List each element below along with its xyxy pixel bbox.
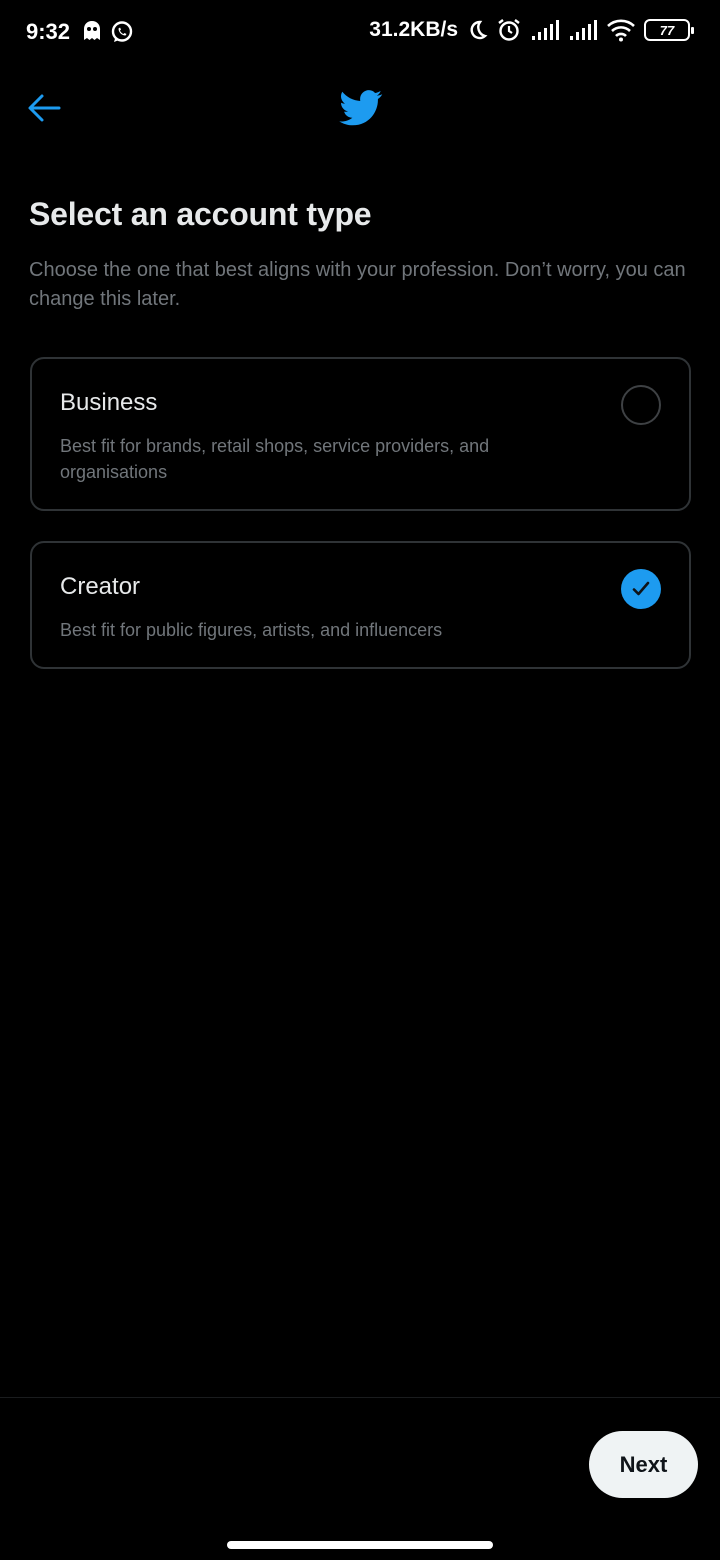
next-button[interactable]: Next	[589, 1431, 698, 1498]
option-business[interactable]: Business Best fit for brands, retail sho…	[30, 357, 691, 511]
status-bar: 9:32 31.2KB/s 77	[0, 0, 720, 66]
arrow-left-icon	[28, 94, 61, 122]
moon-icon	[470, 20, 488, 40]
whatsapp-icon	[111, 21, 133, 42]
back-button[interactable]	[22, 88, 66, 128]
option-creator[interactable]: Creator Best fit for public figures, art…	[30, 541, 691, 669]
battery-indicator: 77	[644, 19, 694, 41]
ghost-icon	[84, 21, 100, 40]
signal-icon	[532, 20, 559, 40]
creator-radio[interactable]	[621, 569, 661, 609]
option-title: Creator	[60, 573, 141, 600]
twitter-bird-icon	[339, 90, 383, 126]
option-description: Best fit for brands, retail shops, servi…	[60, 436, 490, 482]
checkmark-icon	[632, 581, 650, 596]
business-radio[interactable]	[621, 385, 661, 425]
wifi-icon	[607, 19, 635, 42]
option-description: Best fit for public figures, artists, an…	[60, 620, 443, 640]
home-indicator[interactable]	[227, 1541, 493, 1549]
status-left-icons	[82, 20, 134, 44]
page-title: Select an account type	[29, 196, 372, 232]
option-title: Business	[60, 389, 158, 416]
alarm-icon	[498, 19, 520, 41]
page-subtitle: Choose the one that best aligns with you…	[29, 259, 686, 310]
network-speed: 31.2KB/s	[369, 18, 458, 41]
status-time: 9:32	[26, 19, 71, 44]
footer-divider	[0, 1397, 720, 1398]
status-right: 31.2KB/s 77	[369, 17, 694, 43]
top-nav	[0, 72, 720, 144]
battery-level: 77	[659, 22, 675, 38]
signal-icon	[570, 20, 597, 40]
